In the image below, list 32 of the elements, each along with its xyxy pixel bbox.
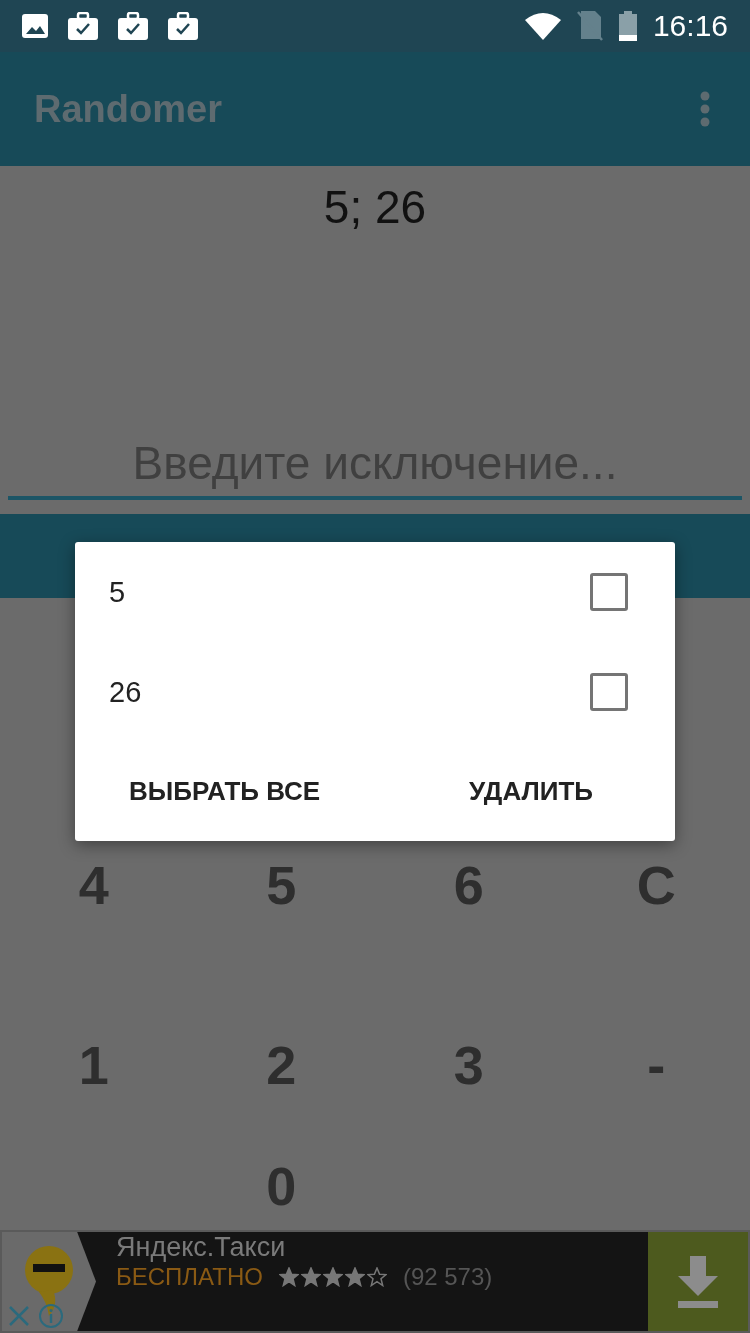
download-button[interactable] bbox=[648, 1232, 748, 1331]
ad-title: Яндекс.Такси bbox=[116, 1232, 287, 1263]
image-icon bbox=[22, 14, 48, 38]
briefcase-check-icon bbox=[68, 12, 98, 40]
checkbox[interactable] bbox=[590, 673, 628, 711]
review-count: (92 573) bbox=[402, 1263, 493, 1291]
briefcase-check-icon bbox=[118, 12, 148, 40]
app-title: Randomer bbox=[34, 87, 222, 131]
more-options-icon[interactable] bbox=[700, 91, 710, 127]
keypad-key[interactable]: 3 bbox=[443, 1034, 494, 1096]
dialog-button[interactable]: УДАЛИТЬ bbox=[459, 768, 603, 815]
info-icon[interactable] bbox=[38, 1303, 64, 1329]
clock-time: 16:16 bbox=[652, 9, 728, 43]
keypad-key[interactable]: 0 bbox=[256, 1155, 307, 1217]
list-item-label: 26 bbox=[109, 675, 142, 709]
keypad-key[interactable]: 1 bbox=[68, 1034, 119, 1096]
battery-icon bbox=[618, 11, 637, 41]
no-sim-icon bbox=[576, 11, 603, 41]
price-label: БЕСПЛАТНО bbox=[116, 1263, 263, 1291]
briefcase-check-icon bbox=[168, 12, 198, 40]
result-text: 5; 26 bbox=[322, 180, 428, 235]
keypad-key[interactable]: 4 bbox=[68, 854, 119, 916]
keypad-key[interactable]: 6 bbox=[443, 854, 494, 916]
checkbox[interactable] bbox=[590, 573, 628, 611]
dialog-button[interactable]: ВЫБРАТЬ ВСЕ bbox=[119, 768, 331, 815]
download-icon bbox=[676, 1255, 720, 1308]
wifi-icon bbox=[524, 12, 561, 40]
keypad-key[interactable]: 2 bbox=[256, 1034, 307, 1096]
keypad-key[interactable]: C bbox=[626, 854, 686, 916]
keypad-key[interactable]: 5 bbox=[256, 854, 307, 916]
list-item-label: 5 bbox=[109, 575, 126, 609]
keypad-key[interactable]: - bbox=[637, 1034, 676, 1096]
